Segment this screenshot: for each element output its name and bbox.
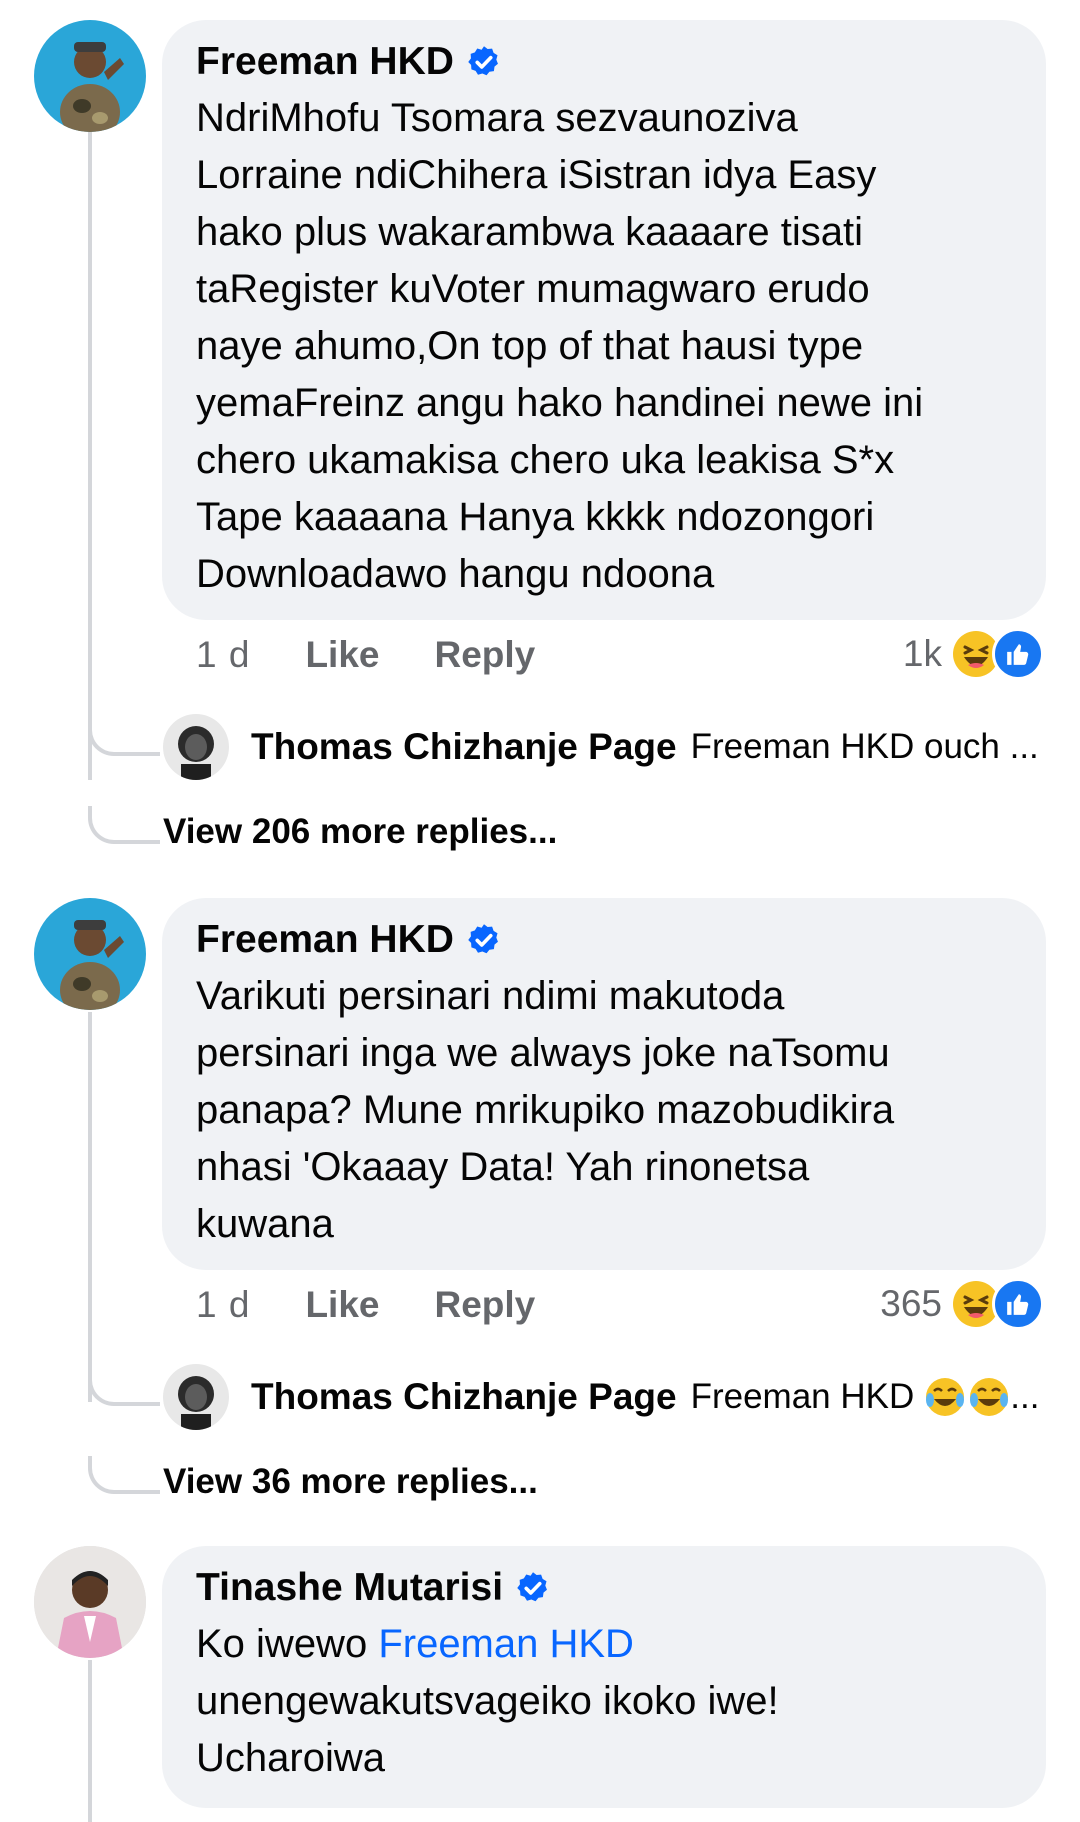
- reply-snippet: Freeman HKD ouch ...: [690, 727, 1039, 766]
- like-button[interactable]: Like: [305, 634, 379, 676]
- reply-author[interactable]: Thomas Chizhanje Page: [251, 726, 677, 768]
- reply-button[interactable]: Reply: [434, 634, 535, 676]
- reply-button[interactable]: Reply: [434, 1284, 535, 1326]
- avatar[interactable]: [34, 20, 146, 132]
- reply-preview[interactable]: Thomas Chizhanje Page Freeman HKD ouch .…: [163, 714, 1039, 780]
- reply-preview[interactable]: Thomas Chizhanje Page Freeman HKD ...: [163, 1364, 1039, 1430]
- thread-line: [88, 1660, 92, 1822]
- thread-connector: [88, 806, 160, 844]
- author-name[interactable]: Freeman HKD: [196, 40, 454, 84]
- thread-connector: [88, 1456, 160, 1494]
- reaction-count: 1k: [902, 633, 942, 674]
- view-more-replies-link[interactable]: View 36 more replies...: [163, 1462, 538, 1502]
- reply-snippet: Freeman HKD: [690, 1377, 915, 1416]
- comment-text: Varikuti persinari ndimi makutoda persin…: [196, 974, 895, 1246]
- verified-badge-icon: [517, 1572, 547, 1602]
- comment-author[interactable]: Tinashe Mutarisi: [196, 1566, 551, 1610]
- thread-line: [88, 1012, 92, 1402]
- reaction-summary[interactable]: 1k: [903, 628, 1044, 680]
- author-name[interactable]: Freeman HKD: [196, 918, 454, 962]
- reaction-count: 365: [880, 1283, 942, 1324]
- comment-timestamp[interactable]: 1 d: [196, 634, 250, 676]
- mention-link[interactable]: Freeman HKD: [378, 1622, 634, 1666]
- comment-bubble: Freeman HKD NdriMhofu Tsomara sezvaunozi…: [162, 20, 1046, 620]
- verified-badge-icon: [468, 924, 498, 954]
- comment-author[interactable]: Freeman HKD: [196, 40, 502, 84]
- comment-bubble: Tinashe Mutarisi Ko iwewo Freeman HKD un…: [162, 1546, 1046, 1808]
- avatar[interactable]: [163, 714, 229, 780]
- reply-snippet-ellipsis: ...: [1010, 1377, 1040, 1416]
- comment-actions: 1 d Like Reply: [196, 634, 590, 676]
- thread-line: [88, 130, 92, 780]
- thread-connector: [88, 1368, 160, 1406]
- comment-text-rest: unengewakutsvageiko ikoko iwe! Ucharoiwa: [196, 1679, 779, 1780]
- like-button[interactable]: Like: [305, 1284, 379, 1326]
- tears-of-joy-emoji-icon: [970, 1378, 1009, 1416]
- avatar[interactable]: [34, 1546, 146, 1658]
- comment-actions: 1 d Like Reply: [196, 1284, 590, 1326]
- comment-text: NdriMhofu Tsomara sezvaunoziva Lorraine …: [196, 96, 924, 596]
- tears-of-joy-emoji-icon: [926, 1378, 965, 1416]
- reply-author[interactable]: Thomas Chizhanje Page: [251, 1376, 677, 1418]
- avatar[interactable]: [34, 898, 146, 1010]
- like-reaction-icon: [992, 1278, 1044, 1330]
- verified-badge-icon: [468, 46, 498, 76]
- reaction-summary[interactable]: 365: [880, 1278, 1044, 1330]
- comment-author[interactable]: Freeman HKD: [196, 918, 502, 962]
- comment-timestamp[interactable]: 1 d: [196, 1284, 250, 1326]
- author-name[interactable]: Tinashe Mutarisi: [196, 1566, 503, 1610]
- avatar[interactable]: [163, 1364, 229, 1430]
- like-reaction-icon: [992, 628, 1044, 680]
- view-more-replies-link[interactable]: View 206 more replies...: [163, 812, 557, 852]
- comment-bubble: Freeman HKD Varikuti persinari ndimi mak…: [162, 898, 1046, 1270]
- thread-connector: [88, 718, 160, 756]
- comment-text-prefix: Ko iwewo: [196, 1622, 379, 1666]
- comment-text: Ko iwewo Freeman HKD unengewakutsvageiko…: [196, 1616, 779, 1787]
